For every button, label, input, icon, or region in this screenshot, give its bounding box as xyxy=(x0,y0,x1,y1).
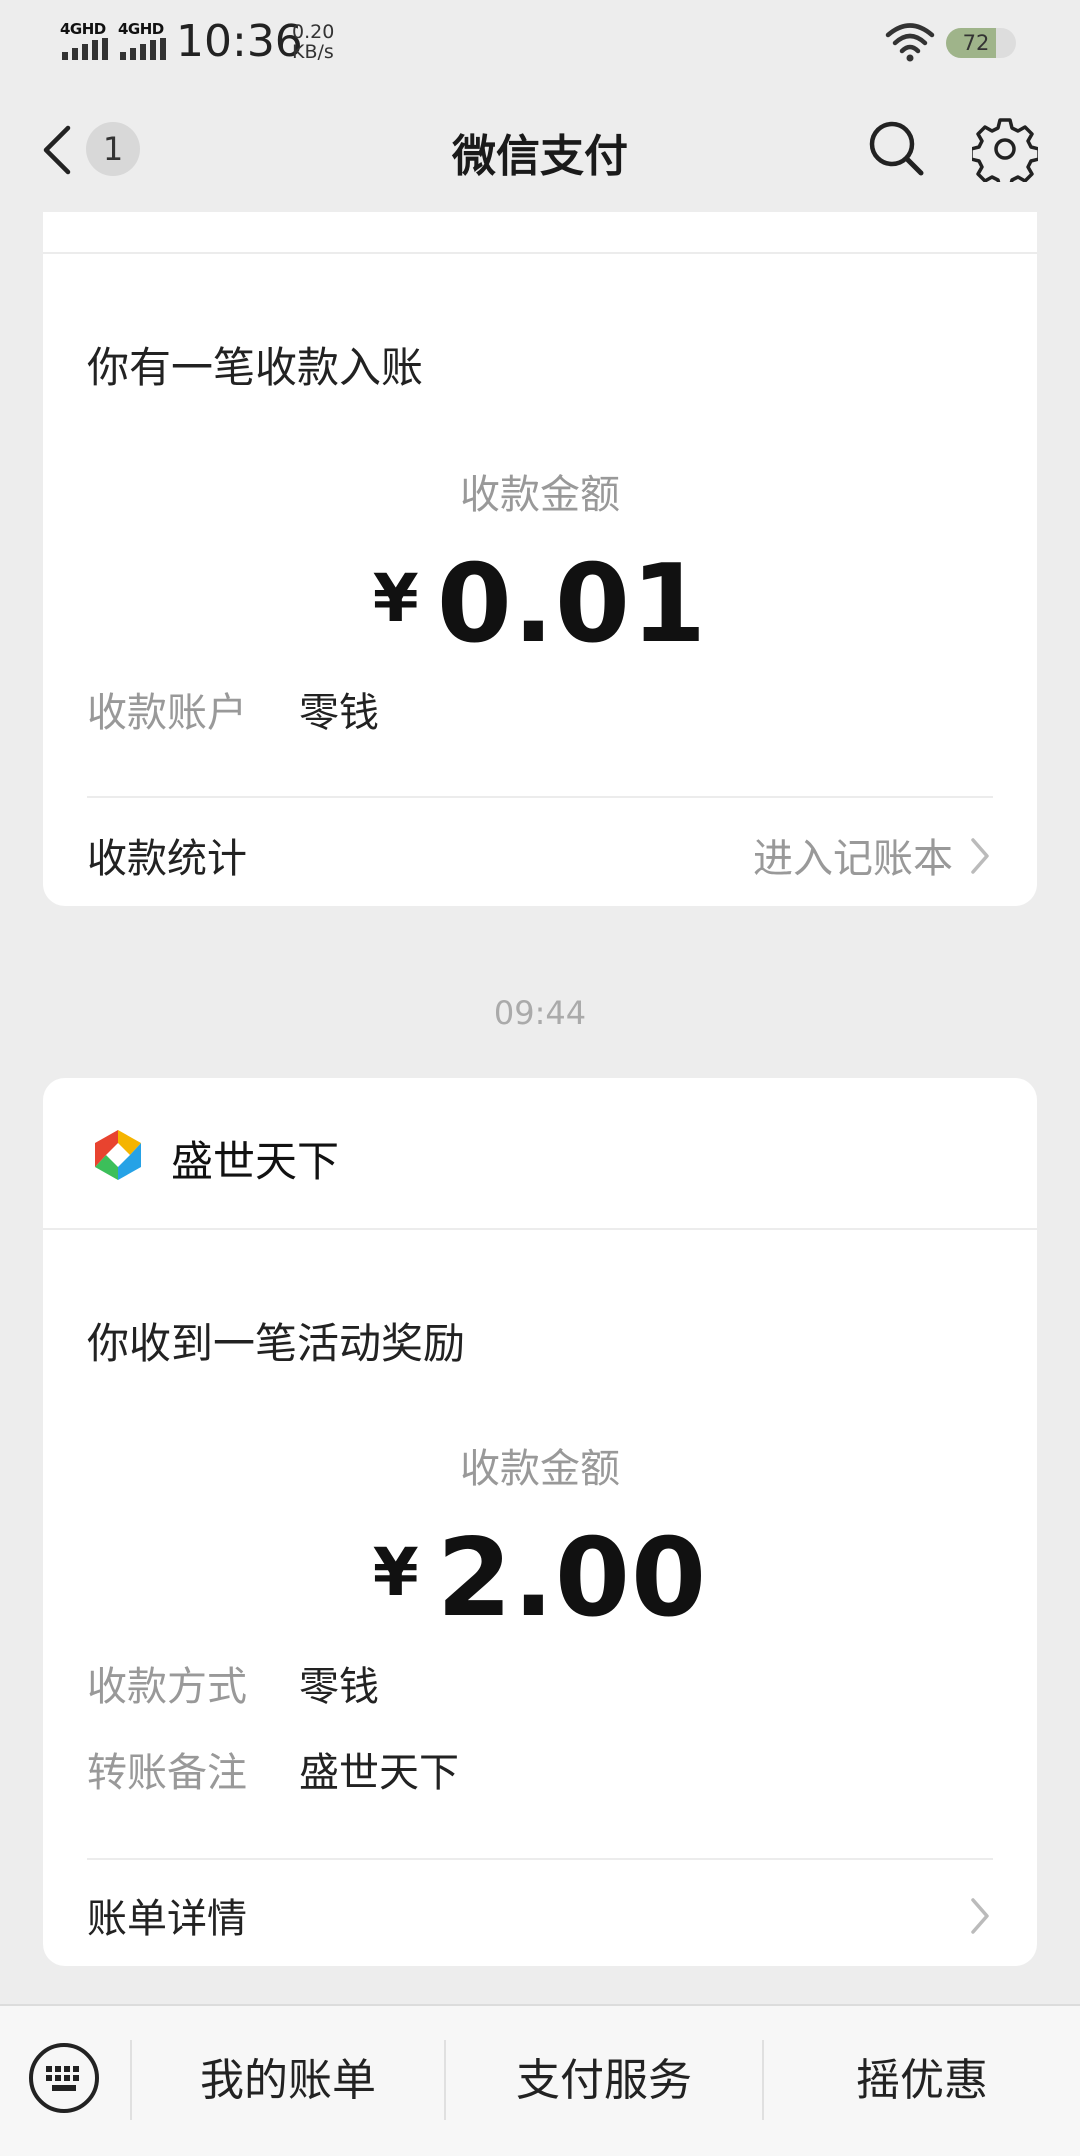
chevron-right-icon xyxy=(971,1898,989,1934)
card-divider xyxy=(43,1228,1037,1230)
amount-number: 0.01 xyxy=(436,542,708,667)
bill-details-label[interactable]: 账单详情 xyxy=(87,1886,247,1944)
status-bar: 4GHD 4GHD 10:36 0.20 KB/s 72 xyxy=(0,0,1080,88)
search-icon[interactable] xyxy=(866,118,926,178)
battery-indicator: 72 xyxy=(946,28,1016,58)
wifi-icon xyxy=(885,23,935,62)
amount-value: ¥2.00 xyxy=(43,1516,1037,1641)
clock: 10:36 xyxy=(176,16,303,67)
menu-shake-offers[interactable]: 摇优惠 xyxy=(764,2006,1080,2156)
stats-label: 收款统计 xyxy=(87,836,247,882)
field-key: 转账备注 xyxy=(87,1750,247,1796)
keyboard-icon[interactable] xyxy=(28,2042,100,2114)
card-divider xyxy=(87,796,993,798)
amount-label: 收款金额 xyxy=(460,472,620,518)
field-value: 零钱 xyxy=(299,690,379,736)
battery-level: 72 xyxy=(962,31,990,55)
currency-symbol: ¥ xyxy=(372,1534,419,1611)
amount-label: 收款金额 xyxy=(460,1446,620,1492)
bottom-menu-bar: 我的账单 支付服务 摇优惠 xyxy=(0,2004,1080,2156)
ledger-link[interactable]: 进入记账本 xyxy=(753,826,953,884)
menu-payment-services[interactable]: 支付服务 xyxy=(446,2006,762,2156)
network-speed: 0.20 KB/s xyxy=(292,22,334,62)
field-key: 收款账户 xyxy=(87,690,247,736)
currency-symbol: ¥ xyxy=(372,560,419,637)
network-speed-unit: KB/s xyxy=(292,41,334,63)
amount-value: ¥0.01 xyxy=(43,542,1037,667)
card-heading: 你有一笔收款入账 xyxy=(87,343,424,392)
card-heading: 你收到一笔活动奖励 xyxy=(87,1319,466,1368)
merchant-logo-icon xyxy=(95,1130,141,1180)
signal-icon xyxy=(120,38,168,60)
message-timestamp: 09:44 xyxy=(493,994,587,1032)
signal-label-2: 4GHD xyxy=(118,20,164,38)
card-divider xyxy=(43,252,1037,254)
signal-icon xyxy=(62,38,110,60)
network-speed-value: 0.20 xyxy=(292,21,335,43)
field-value: 盛世天下 xyxy=(299,1750,459,1796)
payment-card-income: 你有一笔收款入账 收款金额 ¥0.01 收款账户 零钱 收款统计 进入记账本 xyxy=(43,212,1037,906)
payment-card-reward: 盛世天下 你收到一笔活动奖励 收款金额 ¥2.00 收款方式 零钱 转账备注 盛… xyxy=(43,1078,1037,1966)
menu-my-bills[interactable]: 我的账单 xyxy=(132,2006,444,2156)
field-value: 零钱 xyxy=(299,1664,379,1710)
gear-icon[interactable] xyxy=(972,116,1038,182)
chevron-right-icon xyxy=(971,838,989,874)
nav-bar: 1 微信支付 xyxy=(0,88,1080,212)
card-divider xyxy=(87,1858,993,1860)
merchant-name[interactable]: 盛世天下 xyxy=(171,1128,339,1189)
amount-number: 2.00 xyxy=(436,1516,708,1641)
signal-label-1: 4GHD xyxy=(60,20,106,38)
field-key: 收款方式 xyxy=(87,1664,247,1710)
